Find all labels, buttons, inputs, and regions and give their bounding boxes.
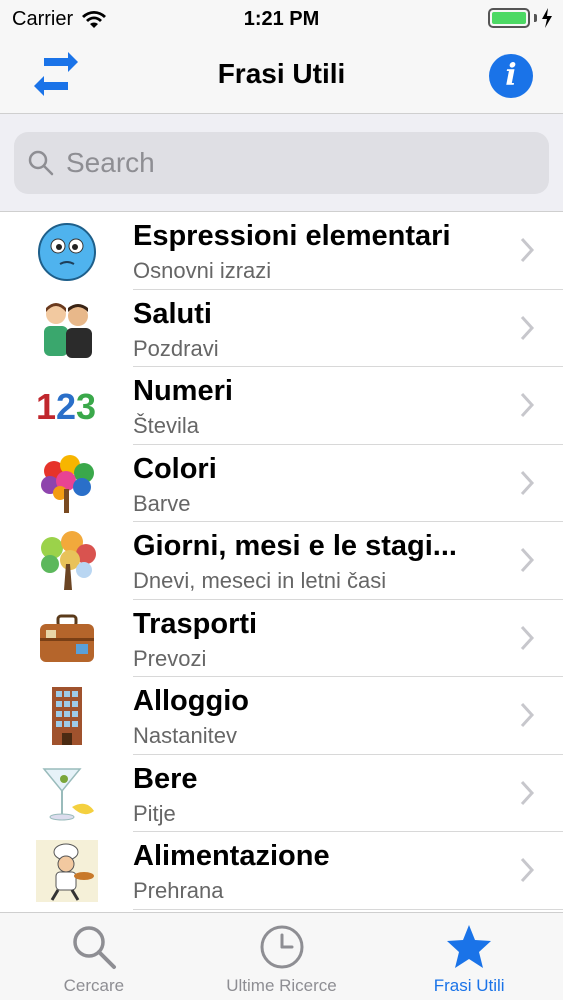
row-subtitle: Nastanitev bbox=[133, 723, 237, 748]
status-time: 1:21 PM bbox=[243, 8, 320, 30]
row-title: Saluti bbox=[133, 297, 212, 330]
suitcase-icon bbox=[40, 614, 94, 662]
search-area bbox=[0, 114, 563, 212]
tab-ultime-ricerce[interactable]: Ultime Ricerce bbox=[188, 913, 376, 1000]
row-subtitle: Barve bbox=[133, 490, 191, 516]
row-subtitle: Prevozi bbox=[133, 645, 207, 671]
status-bar: Carrier 1:21 PM bbox=[0, 0, 563, 40]
colorful-tree-icon bbox=[41, 454, 94, 513]
chevron-right-icon bbox=[520, 470, 535, 495]
svg-text:2: 2 bbox=[56, 386, 76, 427]
row-subtitle: Osnovni izrazi bbox=[133, 258, 272, 283]
chevron-right-icon bbox=[520, 237, 535, 263]
row-subtitle: Pozdravi bbox=[133, 335, 219, 361]
star-icon bbox=[447, 925, 492, 968]
search-icon bbox=[28, 150, 54, 176]
search-bar[interactable] bbox=[14, 132, 549, 194]
chevron-right-icon bbox=[520, 392, 535, 418]
list-item[interactable]: Espressioni elementari Osnovni izrazi bbox=[0, 212, 563, 290]
info-button[interactable]: i bbox=[489, 54, 533, 98]
chevron-right-icon bbox=[520, 315, 535, 340]
building-icon bbox=[52, 687, 82, 745]
list-item[interactable]: Trasporti Prevozi bbox=[0, 600, 563, 677]
numbers-123-icon: 1 2 3 bbox=[36, 386, 96, 427]
page-title: Frasi Utili bbox=[217, 58, 346, 89]
tab-frasi-utili[interactable]: Frasi Utili bbox=[375, 913, 563, 1000]
tab-cercare[interactable]: Cercare bbox=[0, 913, 188, 1000]
chevron-right-icon bbox=[520, 625, 535, 650]
chevron-right-icon bbox=[520, 857, 535, 883]
row-title: Colori bbox=[133, 452, 217, 485]
charging-bolt-icon bbox=[542, 8, 552, 28]
row-title: Alloggio bbox=[133, 685, 249, 717]
clock-icon bbox=[260, 925, 303, 969]
list-item[interactable]: Bere Pitje bbox=[0, 755, 563, 832]
list-item[interactable]: 1 2 3 Numeri Števila bbox=[0, 367, 563, 445]
row-subtitle: Števila bbox=[133, 413, 200, 438]
list-item[interactable]: Giorni, mesi e le stagi... Dnevi, meseci… bbox=[0, 522, 563, 600]
navigation-bar: Frasi Utili i bbox=[0, 40, 563, 114]
martini-icon bbox=[42, 767, 94, 820]
tab-label: Cercare bbox=[63, 976, 125, 995]
list-item[interactable]: Colori Barve bbox=[0, 445, 563, 522]
list-item[interactable]: Saluti Pozdravi bbox=[0, 290, 563, 367]
row-subtitle: Pitje bbox=[133, 800, 176, 826]
row-subtitle: Dnevi, meseci in letni časi bbox=[133, 568, 387, 593]
row-subtitle: Prehrana bbox=[133, 878, 224, 903]
seasons-tree-icon bbox=[41, 531, 96, 590]
search-input[interactable] bbox=[66, 147, 526, 179]
row-title: Numeri bbox=[133, 375, 233, 407]
blue-face-icon bbox=[38, 223, 96, 281]
tab-bar: Cercare Ultime Ricerce Frasi Utili bbox=[0, 912, 563, 1000]
tab-label: Frasi Utili bbox=[433, 976, 505, 995]
tab-label: Ultime Ricerce bbox=[226, 976, 337, 995]
battery-icon bbox=[488, 8, 530, 28]
info-icon: i bbox=[505, 58, 517, 93]
list-item[interactable]: Alimentazione Prehrana bbox=[0, 832, 563, 910]
chevron-right-icon bbox=[520, 547, 535, 573]
row-title: Bere bbox=[133, 762, 198, 795]
row-title: Espressioni elementari bbox=[133, 220, 451, 252]
svg-text:3: 3 bbox=[76, 386, 96, 427]
category-list: Espressioni elementari Osnovni izrazi Sa… bbox=[0, 212, 563, 910]
list-item[interactable]: Alloggio Nastanitev bbox=[0, 677, 563, 755]
chevron-right-icon bbox=[520, 702, 535, 728]
svg-text:1: 1 bbox=[36, 386, 56, 427]
chef-icon bbox=[36, 840, 98, 902]
chevron-right-icon bbox=[520, 780, 535, 805]
row-title: Alimentazione bbox=[133, 840, 330, 872]
greeting-people-icon bbox=[44, 302, 92, 358]
row-title: Giorni, mesi e le stagi... bbox=[133, 530, 457, 562]
magnifier-icon bbox=[73, 926, 116, 969]
row-title: Trasporti bbox=[133, 607, 258, 640]
